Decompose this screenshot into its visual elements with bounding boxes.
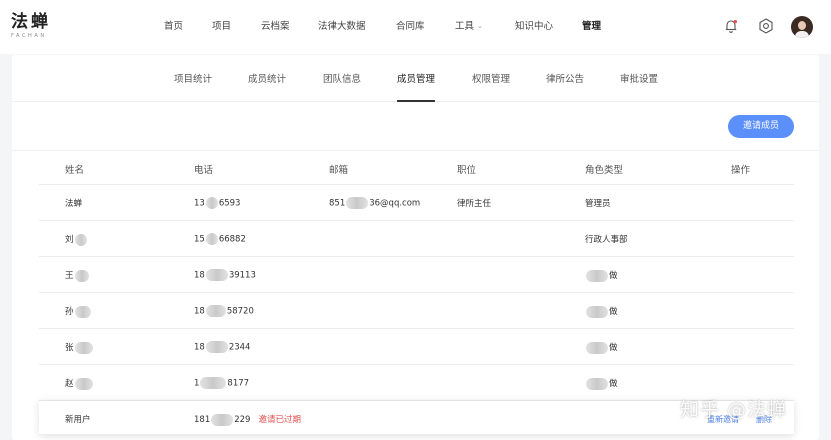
tab-member-management[interactable]: 成员管理 xyxy=(397,73,435,86)
table-row[interactable]: 孙 18 58720 做 xyxy=(39,293,794,329)
main-card: 项目统计 成员统计 团队信息 成员管理 权限管理 律所公告 审批设置 邀请成员 … xyxy=(12,55,819,440)
active-tab-indicator xyxy=(397,100,435,102)
tab-permission-management[interactable]: 权限管理 xyxy=(472,73,510,86)
tab-approval-settings[interactable]: 审批设置 xyxy=(620,73,658,86)
sub-tabs: 项目统计 成员统计 团队信息 成员管理 权限管理 律所公告 审批设置 xyxy=(12,55,819,102)
gear-icon[interactable] xyxy=(757,17,775,35)
member-phone: 18 2344 xyxy=(194,341,251,353)
nav-knowledge-center[interactable]: 知识中心 xyxy=(515,20,553,34)
member-phone: 18 39113 xyxy=(194,269,256,281)
tab-project-stats[interactable]: 项目统计 xyxy=(174,73,212,86)
watermark: 知乎 @法蝉 xyxy=(680,399,788,421)
bell-icon[interactable] xyxy=(722,17,740,35)
table-row[interactable]: 刘 15 66882 行政人事部 xyxy=(39,221,794,257)
member-phone: 181 229 邀请已过期 xyxy=(194,413,301,426)
table-header: 姓名 电话 邮箱 职位 角色类型 操作 xyxy=(39,151,794,185)
header-position: 职位 xyxy=(457,165,477,176)
top-nav-bar: 法蝉 FACHAN 首页 项目 云档案 法律大数据 合同库 工具 ⌄ 知识中心 管… xyxy=(0,0,831,54)
nav-legal-bigdata[interactable]: 法律大数据 xyxy=(318,20,366,34)
member-email: 851 36@qq.com xyxy=(329,197,421,209)
table-row[interactable]: 张 18 2344 做 xyxy=(39,329,794,365)
member-name: 赵 xyxy=(65,377,94,390)
nav-tools-label: 工具 xyxy=(455,21,475,32)
header-email: 邮箱 xyxy=(329,165,349,176)
table-row[interactable]: 法蝉 13 6593 851 36@qq.com 律所主任 管理员 xyxy=(39,185,794,221)
nav-contract-library[interactable]: 合同库 xyxy=(396,20,425,34)
nav-home[interactable]: 首页 xyxy=(164,20,183,34)
header-phone: 电话 xyxy=(194,165,214,176)
member-name: 王 xyxy=(65,269,90,282)
chevron-down-icon: ⌄ xyxy=(477,22,483,30)
member-name: 法蝉 xyxy=(65,199,83,209)
invite-member-button[interactable]: 邀请成员 xyxy=(728,115,794,138)
member-role: 做 xyxy=(585,305,618,318)
header-role-type: 角色类型 xyxy=(585,165,624,176)
nav-cloud-archive[interactable]: 云档案 xyxy=(261,20,290,34)
nav-projects[interactable]: 项目 xyxy=(212,20,231,34)
member-name: 孙 xyxy=(65,305,92,318)
member-phone: 1 8177 xyxy=(194,377,250,389)
member-phone: 18 58720 xyxy=(194,305,254,317)
member-position: 律所主任 xyxy=(457,199,492,209)
tab-firm-announcements[interactable]: 律所公告 xyxy=(546,73,584,86)
tab-member-stats[interactable]: 成员统计 xyxy=(248,73,286,86)
table-row[interactable]: 王 18 39113 做 xyxy=(39,257,794,293)
member-role: 管理员 xyxy=(585,199,611,209)
member-name: 新用户 xyxy=(65,415,91,425)
members-table: 姓名 电话 邮箱 职位 角色类型 操作 法蝉 13 6593 851 36@qq.c… xyxy=(39,151,794,435)
member-name: 刘 xyxy=(65,233,88,246)
member-phone: 15 66882 xyxy=(194,233,246,245)
invite-expired-status: 邀请已过期 xyxy=(258,415,301,425)
member-role: 行政人事部 xyxy=(585,235,628,245)
member-name: 张 xyxy=(65,341,94,354)
user-avatar[interactable] xyxy=(791,16,813,38)
main-nav: 首页 项目 云档案 法律大数据 合同库 工具 ⌄ 知识中心 管理 xyxy=(0,20,831,34)
header-actions: 操作 xyxy=(731,165,751,176)
member-role: 做 xyxy=(585,269,618,282)
member-role: 做 xyxy=(585,341,618,354)
header-name: 姓名 xyxy=(65,165,85,176)
nav-tools[interactable]: 工具 ⌄ xyxy=(455,20,483,34)
member-role: 做 xyxy=(585,377,618,390)
nav-management[interactable]: 管理 xyxy=(582,20,601,34)
tab-team-info[interactable]: 团队信息 xyxy=(323,73,361,86)
member-phone: 13 6593 xyxy=(194,197,241,209)
